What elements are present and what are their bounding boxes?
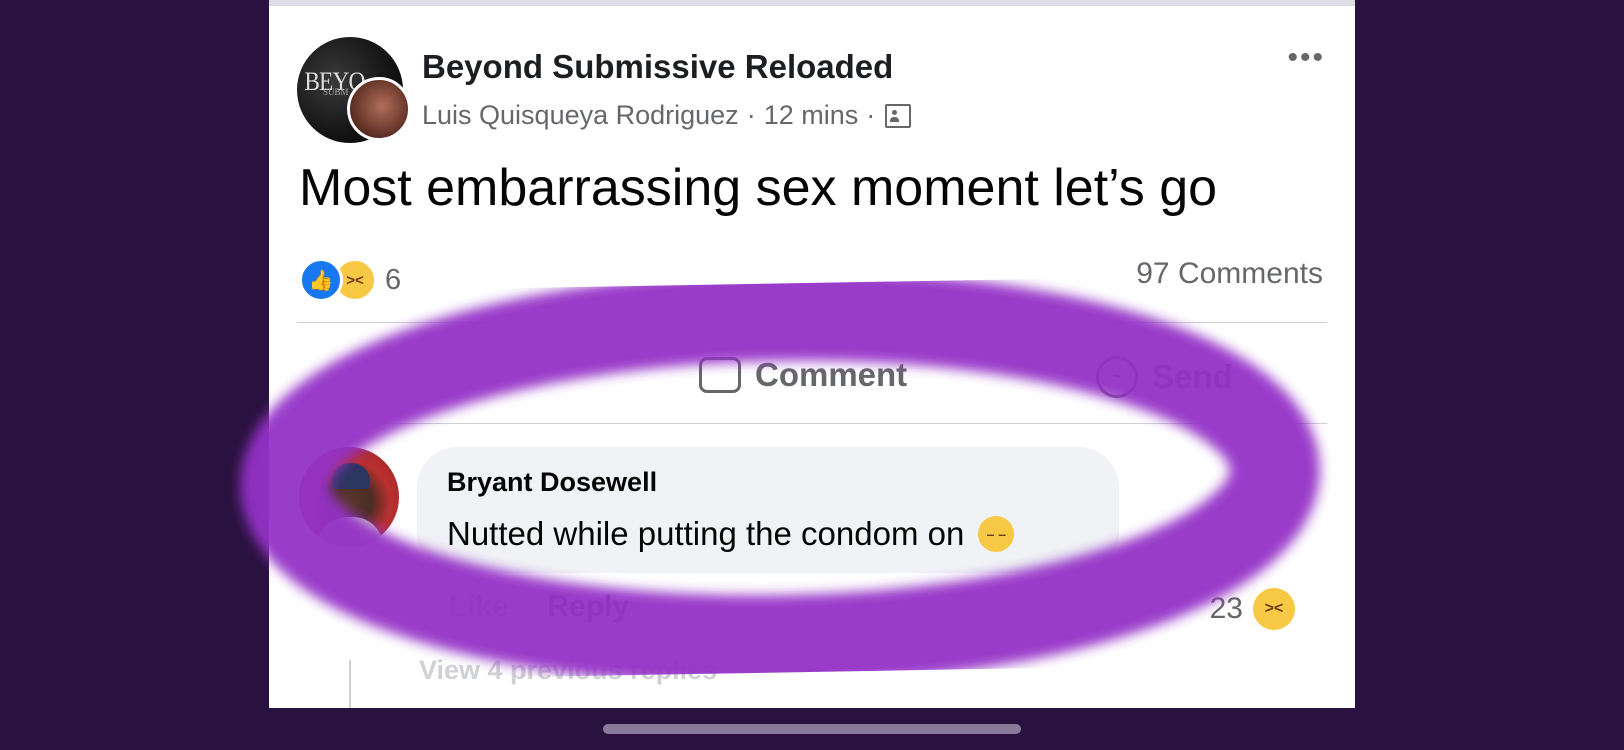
comment-button[interactable]: Comment <box>699 356 907 394</box>
avatar-beanie <box>332 463 370 489</box>
commenter-avatar[interactable] <box>299 447 399 547</box>
like-icon: 👍 <box>299 258 343 302</box>
comment-reaction-count: 23 <box>1209 592 1243 625</box>
author-avatar[interactable] <box>347 77 411 141</box>
post-action-bar: Comment ~ Send <box>269 350 1355 400</box>
haha-icon: >< <box>1253 588 1295 630</box>
comment-like-button[interactable]: Like <box>449 590 509 623</box>
more-options-icon[interactable]: ••• <box>1287 43 1325 73</box>
divider <box>297 423 1327 424</box>
post-text: Most embarrassing sex moment let’s go <box>299 159 1218 217</box>
comment-icon <box>699 357 741 393</box>
view-previous-replies-link[interactable]: View 4 previous replies <box>419 655 717 686</box>
comment-body: Nutted while putting the condom on <box>447 515 965 552</box>
post-timestamp[interactable]: 12 mins <box>764 100 859 131</box>
reaction-count: 6 <box>385 263 402 296</box>
group-logo-subtext: SUBM <box>323 87 349 97</box>
comment-text: Nutted while putting the condom on – – <box>447 515 1015 553</box>
comment-reactions[interactable]: 23 >< <box>1210 588 1295 630</box>
meta-separator: · <box>746 100 756 130</box>
comment-bubble: Bryant Dosewell Nutted while putting the… <box>417 447 1119 573</box>
commenter-name[interactable]: Bryant Dosewell <box>447 467 657 498</box>
facebook-post-card: BEYO SUBM Beyond Submissive Reloaded Lui… <box>269 0 1355 708</box>
avatar-shirt <box>317 517 383 547</box>
comment-actions: Like Reply <box>449 590 629 624</box>
divider <box>297 322 1327 323</box>
meta-separator: · <box>866 100 876 130</box>
post-meta: Luis Quisqueya Rodriguez · 12 mins · <box>422 100 912 131</box>
comments-count[interactable]: 97 Comments <box>1136 257 1323 291</box>
pensive-face-icon: – – <box>978 516 1015 552</box>
top-divider <box>269 0 1355 6</box>
send-button[interactable]: ~ Send <box>1096 356 1233 398</box>
group-audience-icon <box>885 103 912 128</box>
messenger-icon: ~ <box>1096 356 1138 398</box>
reply-thread-line <box>349 660 351 708</box>
group-name[interactable]: Beyond Submissive Reloaded <box>422 48 893 86</box>
comment-reply-button[interactable]: Reply <box>547 590 629 623</box>
send-button-label: Send <box>1152 358 1233 395</box>
reaction-summary[interactable]: 👍 >< 6 <box>299 258 401 302</box>
home-indicator[interactable] <box>603 724 1021 734</box>
author-name[interactable]: Luis Quisqueya Rodriguez <box>422 100 739 131</box>
comment-button-label: Comment <box>755 356 908 393</box>
